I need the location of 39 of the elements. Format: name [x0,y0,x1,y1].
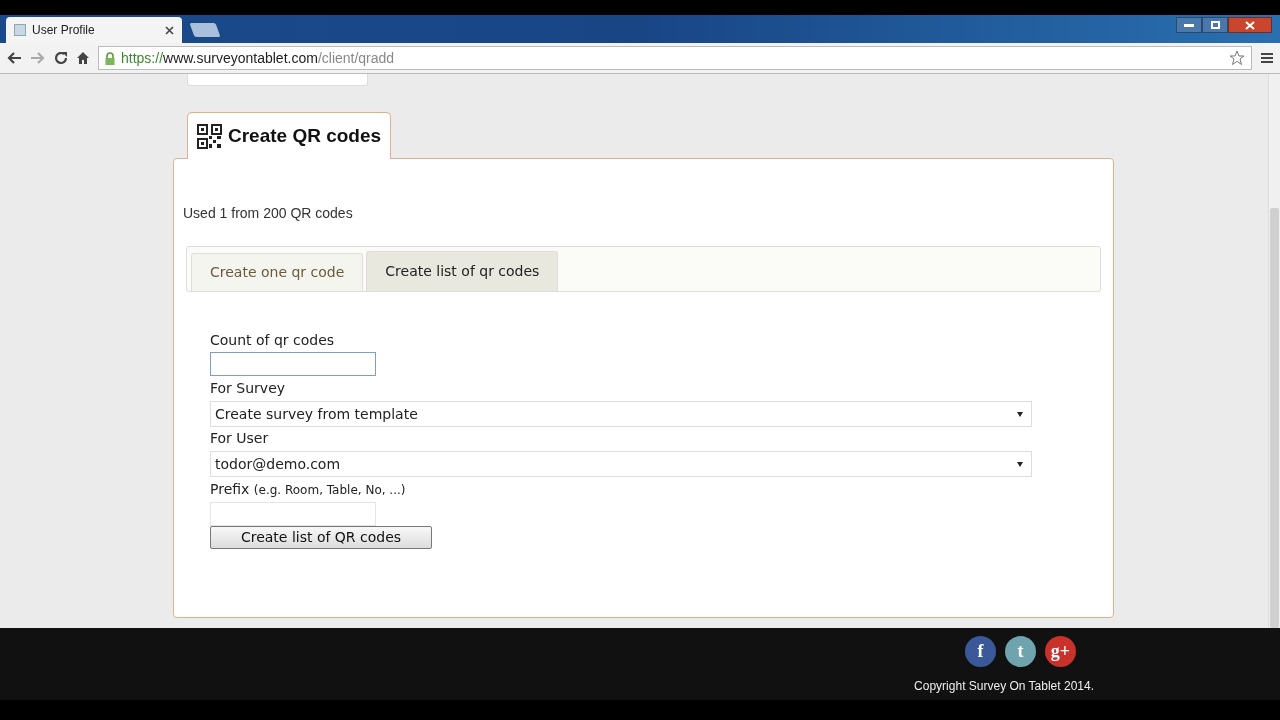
close-window-button[interactable] [1228,17,1272,33]
home-icon[interactable] [76,51,90,65]
field-label: Prefix (e.g. Room, Table, No, ...) [210,480,406,499]
star-icon[interactable] [1229,50,1245,66]
usage-text: Used 1 from 200 QR codes [183,204,354,223]
social-link[interactable]: g+ [1045,636,1076,667]
maximize-icon [1210,21,1220,29]
survey-select[interactable]: Create survey from template [210,401,1032,427]
maximize-button[interactable] [1202,17,1228,33]
field-label: For Survey [210,379,286,398]
minimize-icon [1184,23,1194,27]
user-select[interactable]: todor@demo.com [210,451,1032,477]
minimize-button[interactable] [1176,17,1202,33]
address-bar[interactable]: https://www.surveyontablet.com/client/qradd [98,46,1252,70]
new-tab-button[interactable] [189,23,221,37]
copyright-text: Copyright Survey On Tablet 2014. [914,678,1094,695]
close-icon[interactable] [165,25,174,35]
url-text: https://www.surveyontablet.com/client/qradd [121,48,396,68]
lock-icon [105,51,115,65]
qr-code-icon [197,123,222,149]
tab-title: User Profile [32,22,96,39]
field-label: For User [210,429,269,448]
form-tab[interactable]: Create one qr code [191,253,364,291]
dropdown-icon [1017,461,1023,467]
prefix-input-field[interactable] [210,502,376,526]
count-input-field[interactable] [210,352,376,376]
menu-icon[interactable] [1260,52,1274,64]
close-icon [1245,20,1255,30]
browser-tab[interactable]: User Profile [6,17,182,43]
scrollbar[interactable] [1268,74,1280,628]
social-link[interactable]: f [965,636,996,667]
reload-icon[interactable] [54,51,68,65]
create-list-button[interactable]: Create list of QR codes [210,526,432,549]
back-icon[interactable] [6,51,22,65]
form-tab[interactable]: Create list of qr codes [366,251,559,291]
field-label: Count of qr codes [210,331,335,350]
dropdown-icon [1017,411,1023,417]
panel-title: Create QR codes [228,123,382,148]
page-icon [14,24,26,36]
